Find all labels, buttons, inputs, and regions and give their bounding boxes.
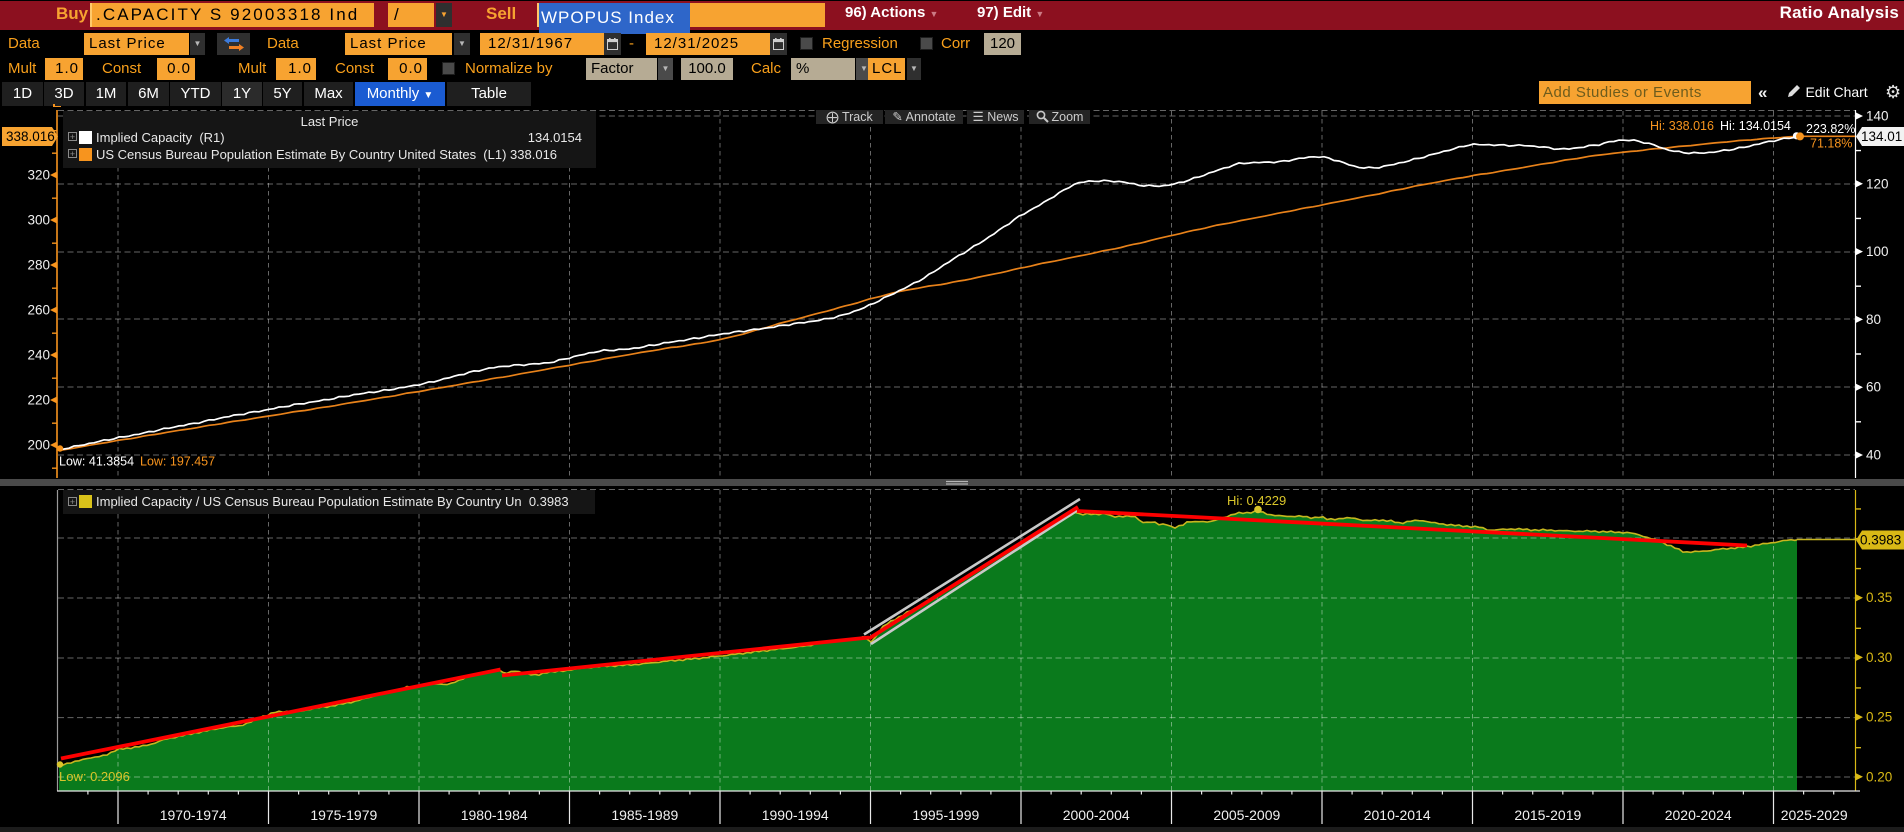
svg-text:0.25: 0.25 (1866, 710, 1892, 725)
svg-text:220: 220 (27, 393, 50, 408)
svg-text:120: 120 (1866, 176, 1889, 191)
svg-text:71.18%: 71.18% (1810, 137, 1852, 151)
svg-text:280: 280 (27, 258, 50, 273)
svg-text:338.016: 338.016 (6, 129, 55, 144)
svg-text:2020-2024: 2020-2024 (1665, 807, 1732, 823)
svg-text:2005-2009: 2005-2009 (1213, 807, 1280, 823)
svg-text:Low: 197.457: Low: 197.457 (140, 455, 215, 469)
svg-text:320: 320 (27, 168, 50, 183)
svg-text:140: 140 (1866, 109, 1889, 124)
svg-text:2000-2004: 2000-2004 (1063, 807, 1130, 823)
svg-text:0.30: 0.30 (1866, 650, 1892, 665)
svg-text:Low: 41.3854: Low: 41.3854 (59, 455, 134, 469)
svg-text:240: 240 (27, 348, 50, 363)
svg-text:0.35: 0.35 (1866, 590, 1892, 605)
svg-text:200: 200 (27, 438, 50, 453)
svg-text:Hi: 338.016: Hi: 338.016 (1650, 119, 1714, 133)
svg-text:1970-1974: 1970-1974 (160, 807, 227, 823)
svg-text:1975-1979: 1975-1979 (310, 807, 377, 823)
svg-text:0.3983: 0.3983 (1860, 533, 1901, 548)
svg-text:260: 260 (27, 303, 50, 318)
svg-text:Low: 0.2096: Low: 0.2096 (59, 769, 130, 784)
svg-text:1990-1994: 1990-1994 (762, 807, 829, 823)
svg-text:2015-2019: 2015-2019 (1514, 807, 1581, 823)
svg-text:100: 100 (1866, 244, 1889, 259)
svg-text:1985-1989: 1985-1989 (611, 807, 678, 823)
svg-text:1980-1984: 1980-1984 (461, 807, 528, 823)
svg-text:Hi: 0.4229: Hi: 0.4229 (1227, 493, 1286, 508)
svg-text:0.20: 0.20 (1866, 769, 1892, 784)
svg-text:1995-1999: 1995-1999 (912, 807, 979, 823)
svg-text:Hi: 134.0154: Hi: 134.0154 (1720, 119, 1791, 133)
svg-text:60: 60 (1866, 380, 1881, 395)
svg-text:300: 300 (27, 213, 50, 228)
svg-text:2010-2014: 2010-2014 (1364, 807, 1431, 823)
svg-text:223.82%: 223.82% (1806, 122, 1855, 136)
svg-text:40: 40 (1866, 448, 1881, 463)
svg-text:134.01: 134.01 (1861, 129, 1902, 144)
svg-text:2025-2029: 2025-2029 (1781, 807, 1848, 823)
svg-text:80: 80 (1866, 312, 1881, 327)
